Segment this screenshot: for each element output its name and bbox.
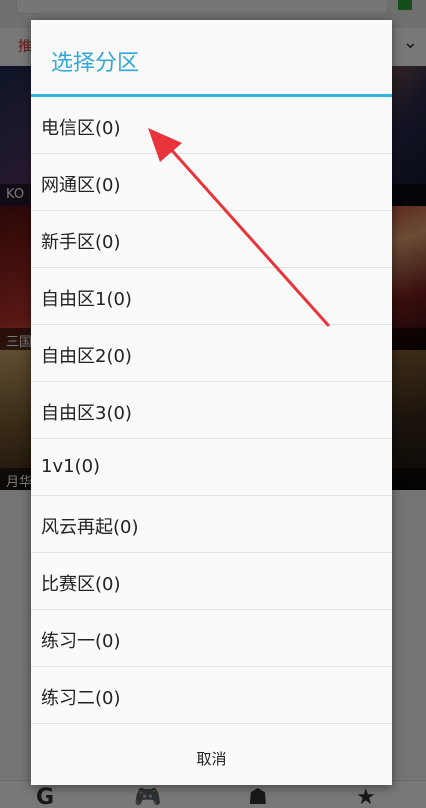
region-item-newbie[interactable]: 新手区(0) [31,211,392,268]
region-item-netcom[interactable]: 网通区(0) [31,154,392,211]
region-list: 电信区(0) 网通区(0) 新手区(0) 自由区1(0) 自由区2(0) 自由区… [31,97,392,724]
region-item-practice-2[interactable]: 练习二(0) [31,667,392,724]
region-item-telecom[interactable]: 电信区(0) [31,97,392,154]
dialog-title: 选择分区 [51,51,140,76]
select-region-dialog: 选择分区 电信区(0) 网通区(0) 新手区(0) 自由区1(0) 自由区2(0… [31,20,392,785]
region-item-free-1[interactable]: 自由区1(0) [31,268,392,325]
region-item-1v1[interactable]: 1v1(0) [31,439,392,496]
region-item-match[interactable]: 比赛区(0) [31,553,392,610]
cancel-button[interactable]: 取消 [31,723,392,785]
region-item-free-2[interactable]: 自由区2(0) [31,325,392,382]
region-item-practice-1[interactable]: 练习一(0) [31,610,392,667]
region-item-fengyun[interactable]: 风云再起(0) [31,496,392,553]
region-item-free-3[interactable]: 自由区3(0) [31,382,392,439]
